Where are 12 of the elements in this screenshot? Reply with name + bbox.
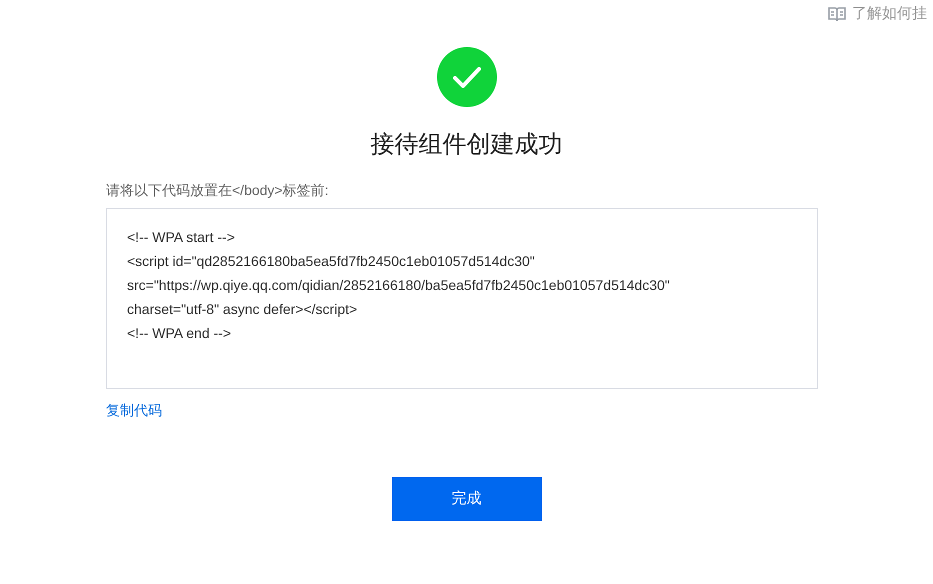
done-button[interactable]: 完成 (392, 477, 542, 521)
code-line: <script id="qd2852166180ba5ea5fd7fb2450c1eb01057d514dc30" (127, 252, 536, 271)
copy-code-link[interactable]: 复制代码 (106, 400, 162, 420)
instruction-text: 请将以下代码放置在</body>标签前: (106, 181, 330, 200)
code-line: <!-- WPA start --> (127, 228, 236, 247)
success-check-icon (436, 47, 496, 107)
code-line: <!-- WPA end --> (127, 324, 232, 343)
code-line: charset="utf-8" async defer></script> (127, 300, 358, 319)
code-line: src="https://wp.qiye.qq.com/qidian/2852166180/ba5ea5fd7fb2450c1eb01057d514dc30" (127, 276, 671, 295)
page-title: 接待组件创建成功 (370, 130, 562, 160)
book-icon (828, 6, 846, 22)
help-link[interactable]: 了解如何挂 (828, 3, 927, 26)
